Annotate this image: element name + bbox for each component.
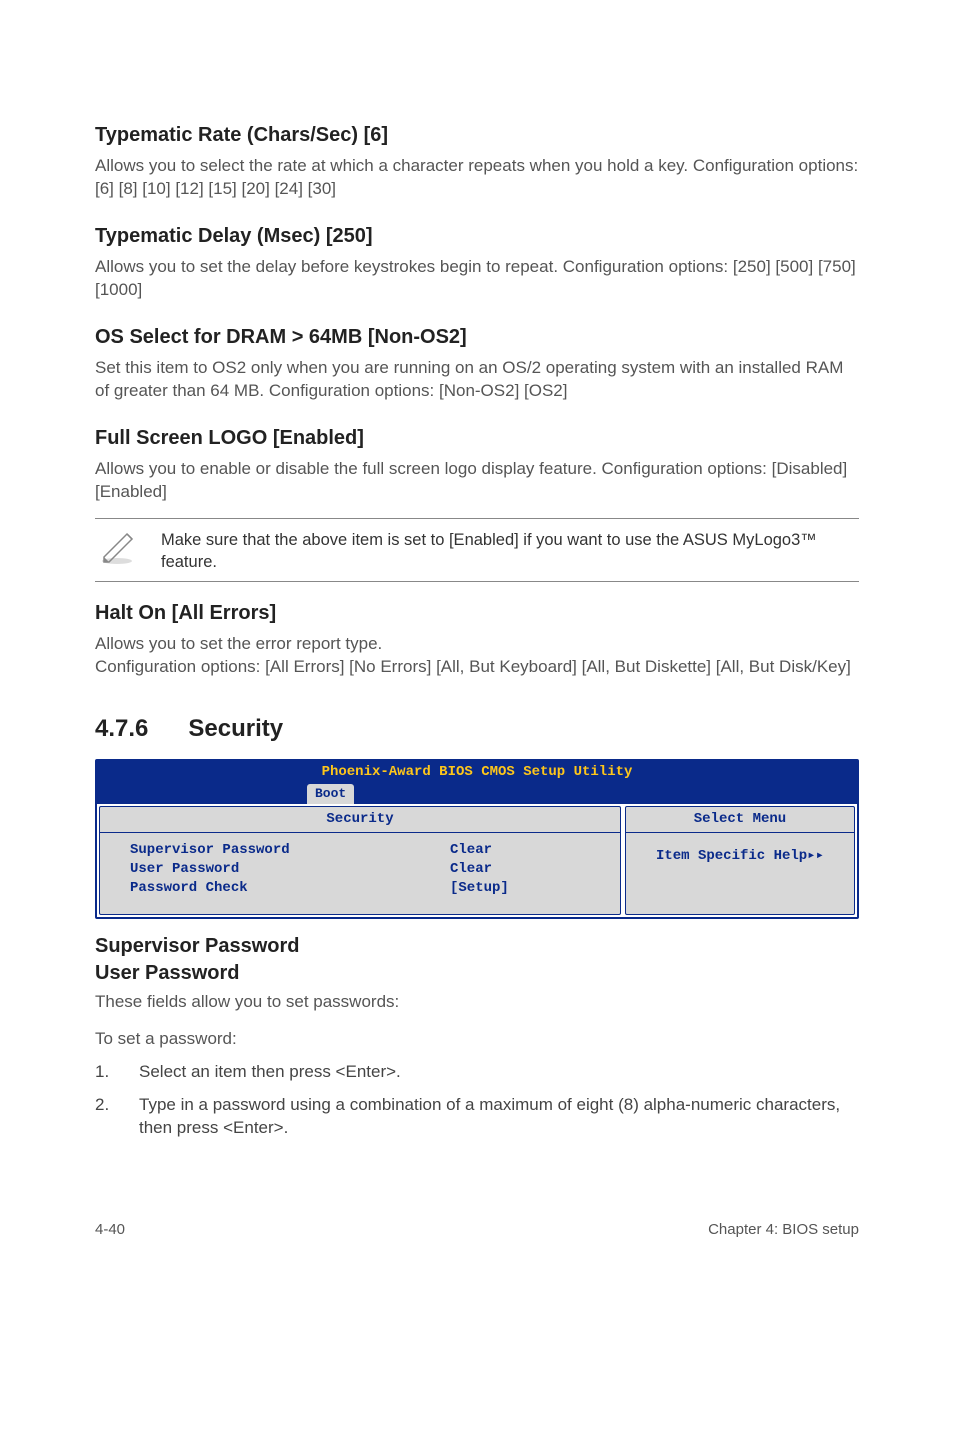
bios-title-bar: Phoenix-Award BIOS CMOS Setup Utility <box>97 761 857 784</box>
bios-label: User Password <box>130 860 450 879</box>
os-select-title: OS Select for DRAM > 64MB [Non-OS2] <box>95 324 859 351</box>
bios-row-supervisor: Supervisor Password Clear <box>130 841 590 860</box>
bios-tab-bar: Boot <box>97 784 857 804</box>
step-item: Type in a password using a combination o… <box>95 1094 859 1140</box>
bios-row-user: User Password Clear <box>130 860 590 879</box>
user-password-heading: User Password <box>95 960 859 987</box>
typematic-rate-desc: Allows you to select the rate at which a… <box>95 155 859 201</box>
page-number: 4-40 <box>95 1220 125 1240</box>
bios-setup-box: Phoenix-Award BIOS CMOS Setup Utility Bo… <box>95 759 859 918</box>
supervisor-password-heading: Supervisor Password <box>95 933 859 960</box>
bios-help-text: Item Specific Help▸▸ <box>626 833 854 878</box>
chapter-label: Chapter 4: BIOS setup <box>708 1220 859 1240</box>
pencil-note-icon <box>97 527 137 567</box>
security-section-heading: 4.7.6 Security <box>95 713 859 745</box>
bios-tab-boot: Boot <box>307 784 354 804</box>
password-intro: These fields allow you to set passwords: <box>95 991 859 1014</box>
bios-value: Clear <box>450 841 590 860</box>
os-select-desc: Set this item to OS2 only when you are r… <box>95 357 859 403</box>
bios-right-title: Select Menu <box>626 807 854 833</box>
typematic-delay-title: Typematic Delay (Msec) [250] <box>95 223 859 250</box>
bios-value: [Setup] <box>450 879 590 898</box>
step-item: Select an item then press <Enter>. <box>95 1061 859 1084</box>
halt-on-title: Halt On [All Errors] <box>95 600 859 627</box>
to-set-password: To set a password: <box>95 1028 859 1051</box>
full-logo-title: Full Screen LOGO [Enabled] <box>95 425 859 452</box>
section-title: Security <box>188 715 283 742</box>
full-logo-desc: Allows you to enable or disable the full… <box>95 458 859 504</box>
halt-on-desc: Allows you to set the error report type.… <box>95 633 859 679</box>
password-steps: Select an item then press <Enter>. Type … <box>95 1061 859 1140</box>
bios-value: Clear <box>450 860 590 879</box>
typematic-rate-title: Typematic Rate (Chars/Sec) [6] <box>95 122 859 149</box>
page-footer: 4-40 Chapter 4: BIOS setup <box>95 1219 859 1240</box>
note-box: Make sure that the above item is set to … <box>95 518 859 583</box>
bios-label: Supervisor Password <box>130 841 450 860</box>
bios-right-panel: Select Menu Item Specific Help▸▸ <box>625 806 855 915</box>
bios-left-title: Security <box>100 807 620 833</box>
section-number: 4.7.6 <box>95 713 148 745</box>
bios-row-check: Password Check [Setup] <box>130 879 590 898</box>
bios-left-panel: Security Supervisor Password Clear User … <box>99 806 621 915</box>
bios-label: Password Check <box>130 879 450 898</box>
typematic-delay-desc: Allows you to set the delay before keyst… <box>95 256 859 302</box>
note-text: Make sure that the above item is set to … <box>161 527 859 574</box>
